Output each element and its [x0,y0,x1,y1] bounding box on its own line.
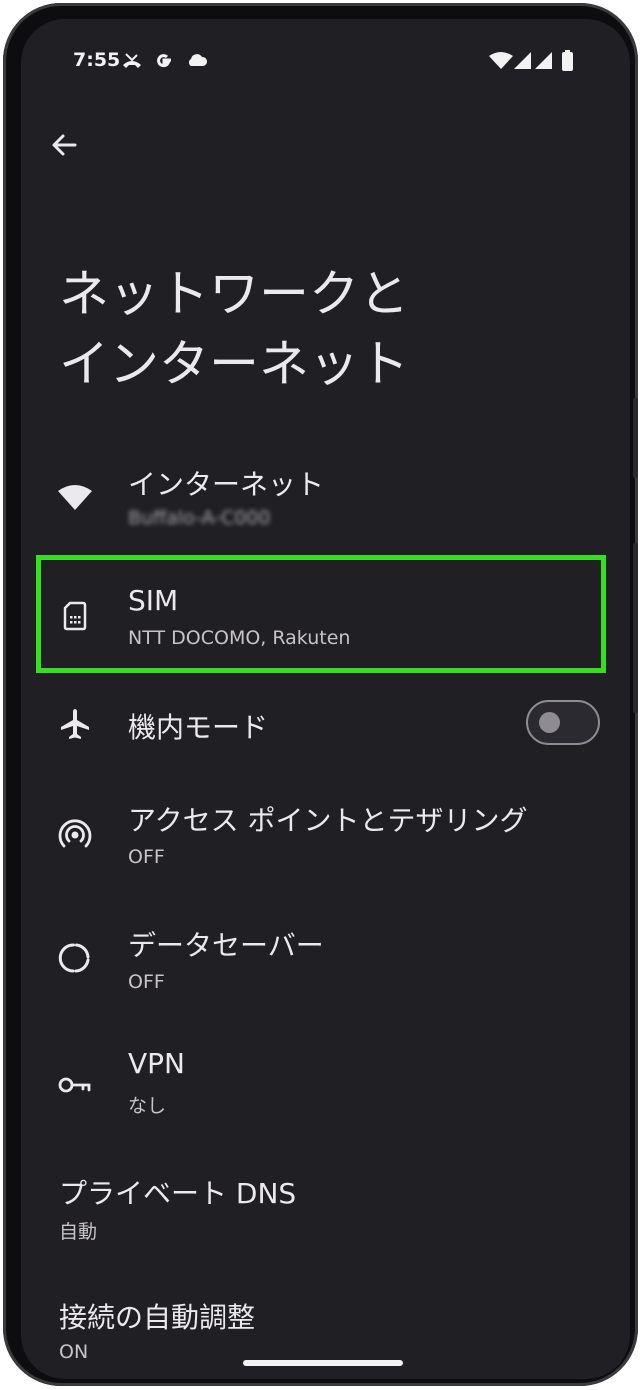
internet-item[interactable]: インターネット Buffalo-A-C000 [21,449,630,549]
sim-card-icon [63,601,87,631]
signal-icon [514,52,531,69]
wifi-icon [489,52,513,69]
data-saver-label: データセーバー [128,929,324,962]
gesture-navigation-bar[interactable] [243,1360,403,1366]
airplane-mode-toggle[interactable] [526,700,600,745]
adaptive-connectivity-label: 接続の自動調整 [59,1301,256,1334]
private-dns-status: 自動 [59,1221,98,1243]
wifi-icon [58,485,92,510]
private-dns-item[interactable]: プライベート DNS 自動 [21,1162,630,1262]
battery-icon [562,50,573,71]
adaptive-connectivity-status: ON [59,1341,89,1363]
power-button [633,543,638,713]
vpn-key-icon [58,1077,91,1093]
volume-button [633,398,638,478]
status-time: 7:55 [73,49,121,71]
settings-screen: 7:55 ネットワークと インターネット インターネット Buffalo-A-C… [21,19,630,1379]
toggle-knob [539,712,560,733]
private-dns-label: プライベート DNS [59,1177,297,1210]
hotspot-status: OFF [128,846,165,868]
airplane-mode-label: 機内モード [128,711,269,744]
arrow-back-icon[interactable] [47,127,83,163]
hotspot-label: アクセス ポイントとテザリング [128,804,528,837]
signal-icon [535,52,552,69]
internet-network-name: Buffalo-A-C000 [128,507,271,529]
missed-call-icon [123,53,141,68]
google-icon [157,54,171,68]
data-saver-item[interactable]: データセーバー OFF [21,914,630,1014]
vpn-status: なし [128,1095,167,1117]
page-title: ネットワークと インターネット [59,259,599,399]
data-saver-icon [58,943,90,973]
sim-item[interactable]: SIM NTT DOCOMO, Rakuten [21,564,630,669]
hotspot-icon [58,819,92,848]
internet-label: インターネット [128,468,325,501]
sim-label: SIM [128,584,179,617]
airplane-icon [61,709,89,739]
hotspot-tethering-item[interactable]: アクセス ポイントとテザリング OFF [21,789,630,889]
cloud-icon [188,54,208,66]
vpn-item[interactable]: VPN なし [21,1037,630,1137]
sim-carriers: NTT DOCOMO, Rakuten [128,627,351,649]
data-saver-status: OFF [128,971,165,993]
status-bar: 7:55 [21,19,630,99]
phone-frame: 7:55 ネットワークと インターネット インターネット Buffalo-A-C… [3,3,638,1386]
page-title-line1: ネットワークと [59,265,409,323]
page-title-line2: インターネット [59,335,409,393]
vpn-label: VPN [128,1047,185,1080]
